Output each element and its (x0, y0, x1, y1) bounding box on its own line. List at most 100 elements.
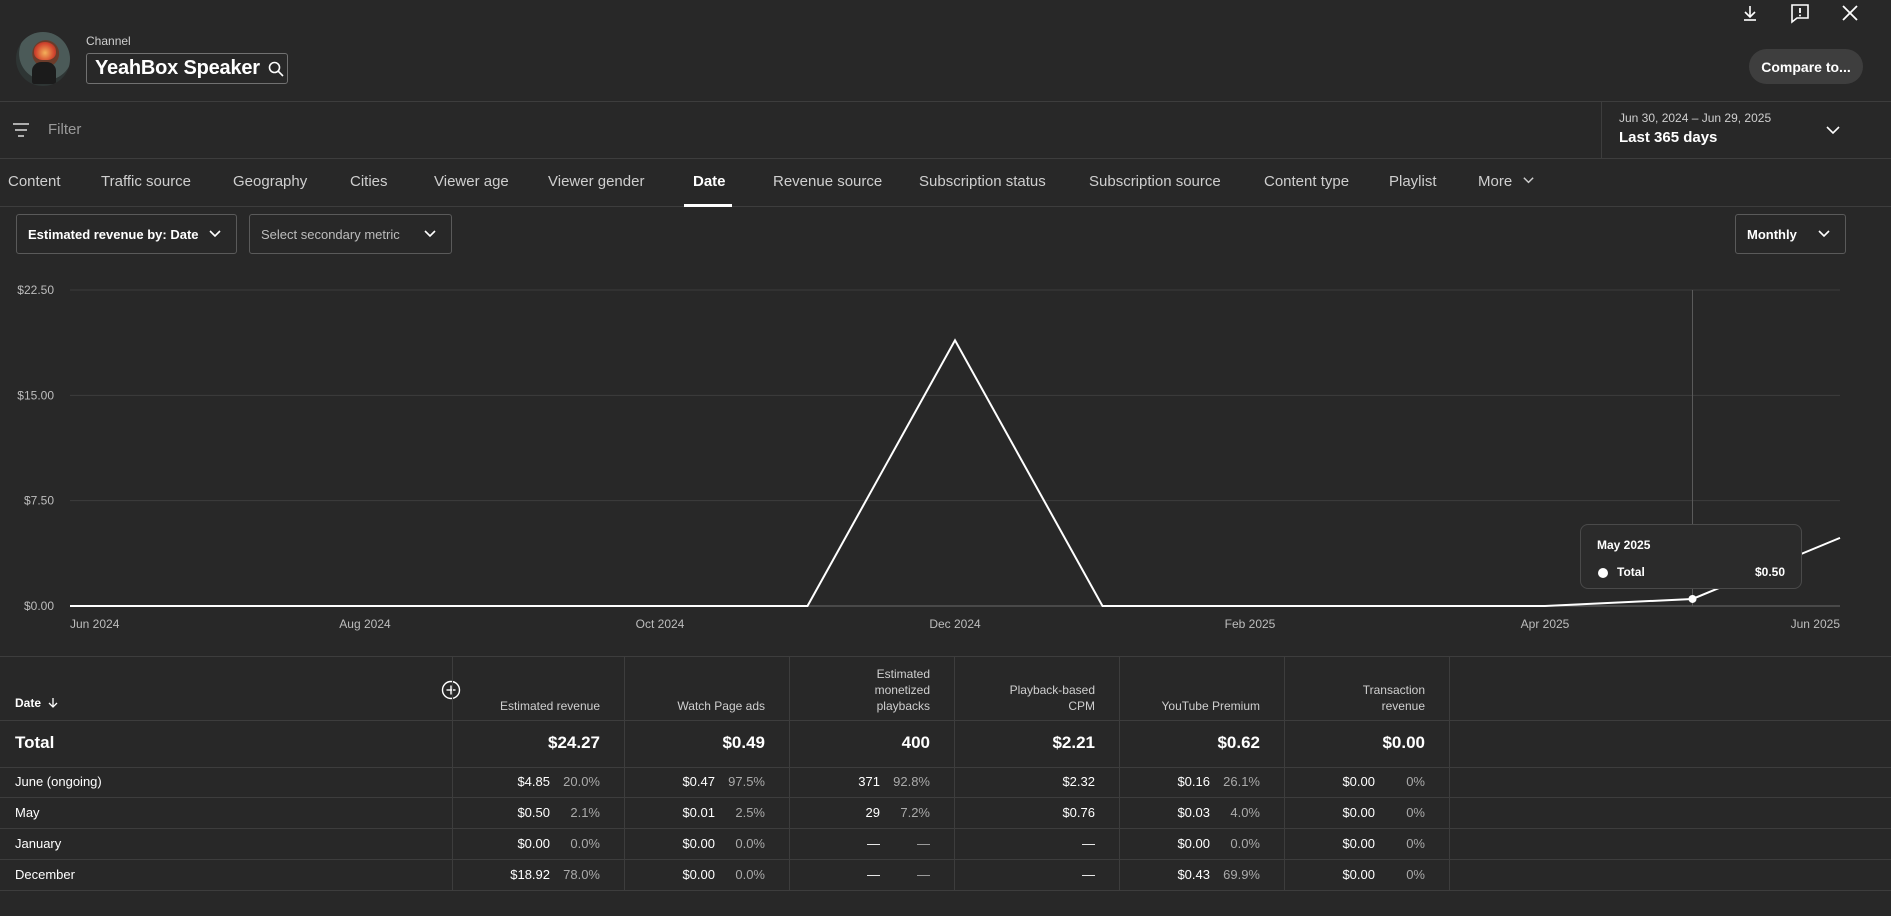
row-percent: 20.0% (563, 774, 600, 789)
header: Channel YeahBox Speaker Compare to... (0, 0, 1891, 102)
feedback-icon[interactable] (1789, 2, 1811, 24)
column-header-line: playbacks (876, 699, 930, 713)
column-divider (1449, 656, 1450, 890)
row-value: $0.43 (1177, 867, 1210, 882)
column-header-line: YouTube Premium (1161, 699, 1261, 713)
chevron-down-icon (209, 230, 221, 238)
row-value: — (867, 867, 880, 882)
interval-dropdown[interactable]: Monthly (1735, 214, 1846, 254)
tab-content-type[interactable]: Content type (1264, 173, 1349, 190)
y-tick-label: $7.50 (24, 494, 54, 508)
row-value: $0.01 (682, 805, 715, 820)
column-header-line: Playback-based (1009, 683, 1095, 697)
top-icons (1739, 2, 1861, 24)
secondary-metric-label: Select secondary metric (261, 226, 400, 242)
tab-geography[interactable]: Geography (233, 173, 307, 190)
column-header[interactable]: Transaction revenue (1363, 682, 1425, 714)
tab-date[interactable]: Date (693, 173, 726, 190)
total-value: $2.21 (1052, 733, 1095, 752)
column-header[interactable]: Playback-based CPM (1010, 682, 1095, 714)
column-header-line: monetized (874, 683, 930, 697)
date-range-dates: Jun 30, 2024 – Jun 29, 2025 (1619, 111, 1772, 125)
date-range-selector[interactable]: Jun 30, 2024 – Jun 29, 2025 Last 365 day… (1601, 102, 1891, 159)
tooltip-value: $0.50 (1754, 565, 1785, 579)
total-value: $24.27 (548, 733, 600, 752)
tab-subscription-status[interactable]: Subscription status (919, 173, 1046, 190)
total-value: 400 (901, 733, 930, 752)
total-value: $0.62 (1217, 733, 1260, 752)
tooltip-series-label: Total (1617, 565, 1645, 579)
date-header-label: Date (15, 696, 42, 710)
column-header[interactable]: Watch Page ads (677, 698, 765, 714)
row-percent: 26.1% (1223, 774, 1260, 789)
row-percent: — (917, 867, 930, 882)
tab-subscription-source[interactable]: Subscription source (1089, 173, 1221, 190)
row-divider (0, 767, 1891, 768)
y-tick-label: $15.00 (17, 388, 54, 402)
row-divider (0, 720, 1891, 721)
row-value: $0.16 (1177, 774, 1210, 789)
row-percent: 0% (1406, 867, 1425, 882)
filter-icon[interactable] (12, 122, 30, 138)
compare-button[interactable]: Compare to... (1749, 49, 1863, 84)
x-tick-label: Oct 2024 (636, 617, 685, 631)
chevron-down-icon (1826, 126, 1840, 135)
row-value: $0.00 (1177, 836, 1210, 851)
tab-revenue-source[interactable]: Revenue source (773, 173, 882, 190)
column-header-line: Transaction (1362, 683, 1425, 697)
tab-content[interactable]: Content (8, 173, 61, 190)
x-tick-label: Jun 2024 (70, 617, 120, 631)
row-percent: 4.0% (1230, 805, 1260, 820)
column-header-line: Watch Page ads (677, 699, 765, 713)
row-value: $0.50 (517, 805, 550, 820)
row-percent: 0.0% (570, 836, 600, 851)
tab-traffic-source[interactable]: Traffic source (101, 173, 191, 190)
total-value: $0.49 (722, 733, 765, 752)
row-value: — (1082, 836, 1095, 851)
x-tick-label: Dec 2024 (929, 617, 981, 631)
primary-metric-dropdown[interactable]: Estimated revenue by: Date (16, 214, 237, 254)
x-tick-label: Jun 2025 (1791, 617, 1841, 631)
date-column-header[interactable]: Date (15, 696, 59, 710)
column-header-line: Estimated revenue (499, 699, 600, 713)
row-value: 29 (865, 805, 880, 820)
tab-viewer-gender[interactable]: Viewer gender (548, 173, 644, 190)
row-value: $18.92 (510, 867, 550, 882)
row-percent: 0% (1406, 836, 1425, 851)
row-value: $0.00 (1342, 805, 1375, 820)
x-tick-label: Apr 2025 (1521, 617, 1570, 631)
search-icon[interactable] (268, 61, 284, 77)
row-value: $0.76 (1062, 805, 1095, 820)
tab-playlist[interactable]: Playlist (1389, 173, 1437, 190)
date-range-label: Last 365 days (1619, 129, 1718, 146)
chevron-down-icon (1523, 177, 1535, 184)
filter-input[interactable]: Filter (48, 121, 81, 138)
close-icon[interactable] (1839, 2, 1861, 24)
add-column-icon[interactable] (441, 680, 461, 700)
row-percent: 0.0% (735, 836, 765, 851)
row-percent: 2.1% (570, 805, 600, 820)
channel-avatar[interactable] (16, 32, 70, 86)
column-header-line: Estimated (876, 667, 930, 681)
tab-viewer-age[interactable]: Viewer age (434, 173, 509, 190)
row-divider (0, 890, 1891, 891)
column-header[interactable]: YouTube Premium (1162, 698, 1261, 714)
y-tick-label: $0.00 (24, 599, 54, 613)
chevron-down-icon (1818, 230, 1830, 238)
column-header[interactable]: Estimated revenue (500, 698, 600, 714)
tab-more[interactable]: More (1478, 173, 1535, 190)
row-value: $0.00 (1342, 867, 1375, 882)
download-icon[interactable] (1739, 2, 1761, 24)
data-point (1688, 594, 1697, 603)
interval-label: Monthly (1747, 226, 1797, 242)
secondary-metric-dropdown[interactable]: Select secondary metric (249, 214, 452, 254)
column-header[interactable]: Estimated monetized playbacks (875, 666, 930, 714)
channel-selector[interactable]: YeahBox Speaker (86, 53, 288, 84)
tab-cities[interactable]: Cities (350, 173, 388, 190)
row-value: $0.00 (517, 836, 550, 851)
row-date-label: December (15, 867, 75, 882)
x-tick-label: Aug 2024 (339, 617, 391, 631)
total-label: Total (15, 733, 55, 752)
row-value: — (867, 836, 880, 851)
column-header-line: CPM (1068, 699, 1095, 713)
